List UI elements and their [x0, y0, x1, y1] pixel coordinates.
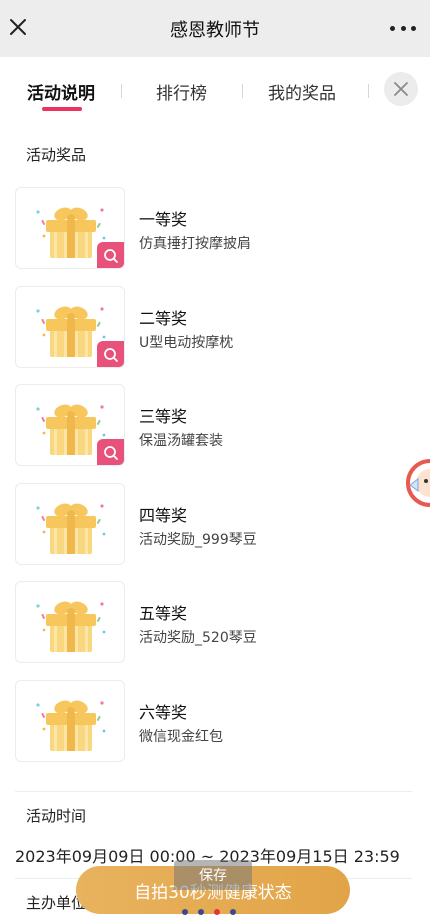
time-section-title: 活动时间: [20, 805, 91, 830]
prize-image[interactable]: [15, 285, 125, 368]
prize-name: 活动奖励_999琴豆: [139, 531, 257, 548]
prize-item: 五等奖活动奖励_520琴豆: [15, 581, 415, 663]
prize-item: 一等奖仿真捶打按摩披肩: [15, 187, 415, 269]
prize-name: 仿真捶打按摩披肩: [139, 236, 251, 252]
more-icon[interactable]: [390, 18, 416, 38]
zoom-search-icon[interactable]: [97, 242, 124, 268]
top-bar: 感恩教师节: [0, 0, 430, 57]
tab-close-button[interactable]: [384, 72, 418, 106]
tab-activity-info[interactable]: 活动说明: [27, 79, 95, 104]
prizes-section-title: 活动奖品: [20, 144, 91, 169]
zoom-search-icon[interactable]: [97, 439, 124, 465]
prize-level: 一等奖: [139, 210, 188, 229]
prize-item: 三等奖 保温汤罐套装: [15, 384, 415, 466]
divider: [15, 791, 412, 792]
close-icon[interactable]: [8, 17, 28, 37]
page-title: 感恩教师节: [170, 19, 260, 41]
prize-image[interactable]: [15, 384, 125, 466]
page-indicator: [182, 909, 236, 915]
prize-name: U型电动按摩枕: [139, 334, 234, 351]
gift-box-icon: [36, 601, 106, 652]
prize-level: 二等奖: [139, 308, 188, 328]
prize-item: 六等奖 微信现金红包: [15, 679, 415, 762]
prize-name: 活动奖励_520琴豆: [139, 630, 257, 646]
close-icon: [394, 82, 408, 96]
prize-image[interactable]: [15, 581, 125, 663]
zoom-search-icon[interactable]: [97, 340, 124, 367]
prize-level: 四等奖: [139, 505, 188, 525]
prize-level: 五等奖: [139, 604, 188, 623]
prize-image[interactable]: [15, 187, 125, 269]
active-tab-indicator: [42, 107, 82, 111]
tab-divider: [368, 84, 369, 98]
prize-item: 四等奖活动奖励_999琴豆: [15, 482, 415, 565]
prize-image[interactable]: [15, 679, 125, 762]
tab-leaderboard[interactable]: 排行榜: [156, 79, 207, 104]
save-button[interactable]: 保存: [174, 860, 252, 890]
floating-mascot-icon[interactable]: [404, 455, 430, 511]
prize-level: 六等奖: [139, 702, 188, 722]
tab-divider: [121, 84, 122, 98]
prize-item: 二等奖 U型电动按摩枕: [15, 285, 415, 368]
prize-name: 微信现金红包: [139, 728, 223, 745]
tab-bar: 活动说明 排行榜 我的奖品: [0, 57, 430, 123]
prize-name: 保温汤罐套装: [139, 433, 223, 449]
gift-box-icon: [36, 700, 106, 751]
tab-divider: [242, 84, 243, 98]
gift-box-icon: [36, 503, 106, 554]
tab-my-prizes[interactable]: 我的奖品: [268, 79, 336, 104]
prize-image[interactable]: [15, 482, 125, 565]
prize-level: 三等奖: [139, 407, 188, 426]
